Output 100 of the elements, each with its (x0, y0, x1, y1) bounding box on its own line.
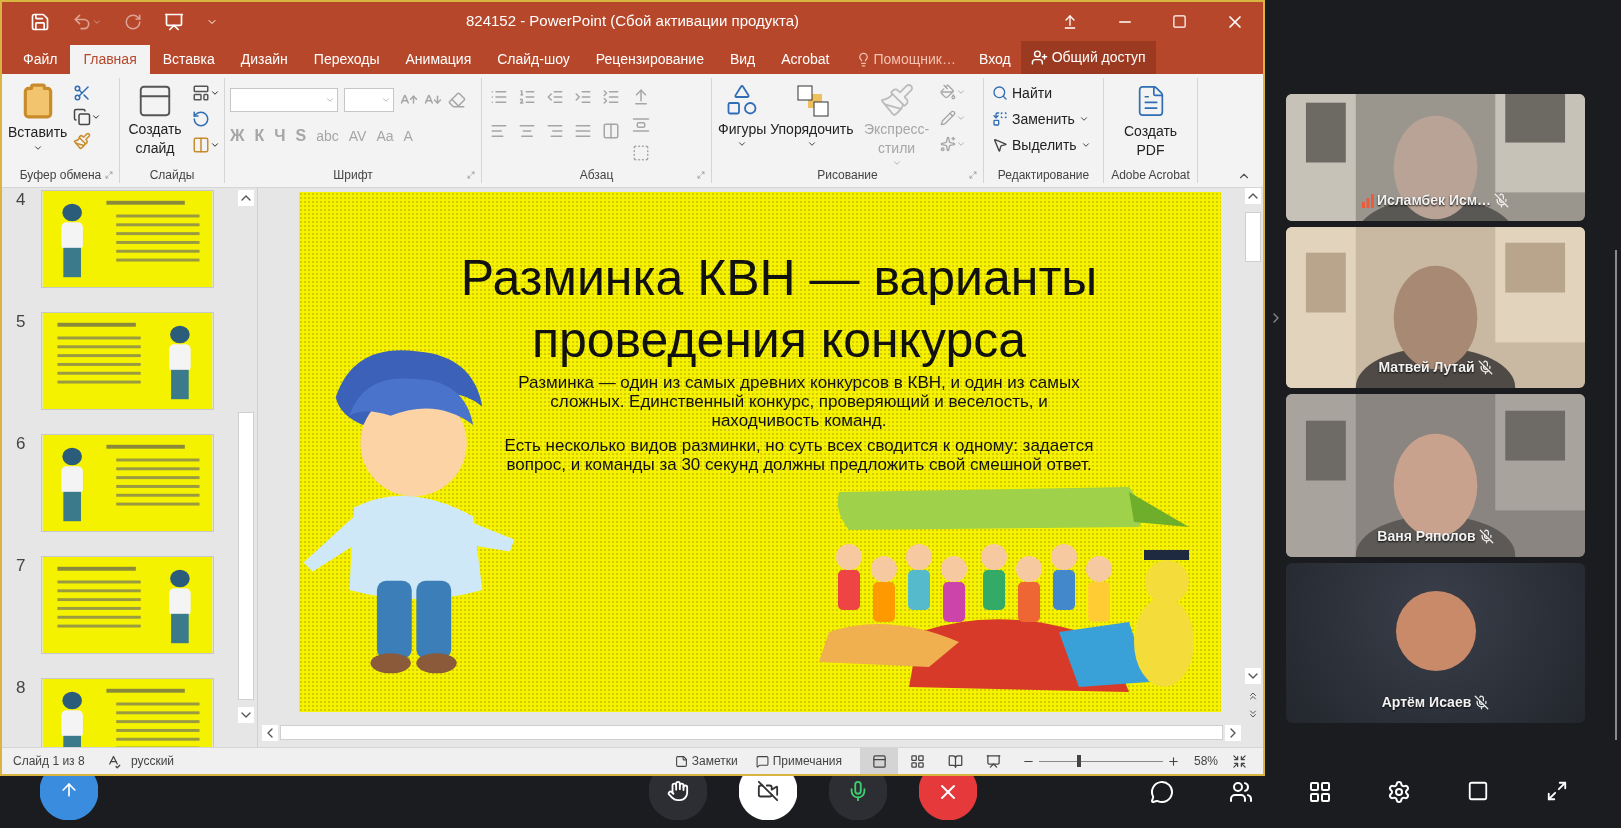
dialog-launcher-icon[interactable] (105, 171, 113, 179)
ribbon-options-icon[interactable] (1062, 13, 1078, 30)
ribbon-tab[interactable]: Главная (70, 45, 150, 74)
slide-thumbnail[interactable] (41, 678, 214, 747)
save-icon[interactable] (30, 11, 50, 32)
tell-me-field[interactable]: Помощник… (842, 45, 969, 74)
caret-icon (955, 113, 966, 123)
slide-paragraph: Разминка — один из самых древних конкурсов в КВН, и один из самых сложных. Единственный конкурс, проверяющий и веселость, и находчивость команд. (517, 373, 1081, 430)
square-icon (1467, 780, 1489, 802)
ribbon-tab[interactable]: Анимация (392, 45, 485, 74)
drawing-tool-button[interactable]: Фигуры (718, 82, 767, 167)
slide-number: 7 (16, 556, 27, 576)
ribbon-tab[interactable]: Acrobat (768, 45, 843, 74)
paste-button[interactable]: Вставить (8, 82, 68, 167)
pointer-icon (992, 137, 1008, 153)
participant-name: Исламбек Исм… (1376, 191, 1492, 210)
group-label: Абзац (579, 167, 614, 184)
zoom-level[interactable]: 58% (1194, 752, 1226, 770)
leave-button[interactable] (919, 776, 977, 820)
dialog-launcher-icon[interactable] (969, 171, 977, 179)
ribbon-tab[interactable]: Переходы (300, 45, 393, 74)
scroll-up-icon[interactable] (238, 190, 254, 206)
spell-check-icon[interactable] (106, 753, 121, 769)
editing-button[interactable]: Найти (992, 82, 1103, 104)
slideshow-icon[interactable] (164, 11, 184, 32)
scroll-down-icon[interactable] (238, 707, 254, 723)
caret-icon (325, 95, 335, 105)
scroll-up-icon[interactable] (1244, 188, 1261, 204)
editing-button[interactable]: Заменить (992, 108, 1103, 130)
slide-thumbnail[interactable] (41, 556, 214, 654)
undo-icon[interactable] (72, 11, 92, 32)
zoom-in-icon[interactable] (1167, 754, 1180, 768)
paintbrush-icon[interactable] (73, 132, 92, 150)
reset-icon[interactable] (192, 110, 210, 128)
caret-icon (955, 139, 966, 149)
slide-number: 5 (16, 312, 27, 332)
scissors-icon[interactable] (73, 84, 92, 102)
caret-icon (955, 87, 966, 97)
ribbon-tab[interactable]: Вставка (149, 45, 228, 74)
group-label: Рисование (817, 167, 878, 184)
view-button[interactable] (860, 748, 898, 774)
fit-slide-icon[interactable] (1232, 753, 1247, 769)
new-slide-button[interactable]: Создать слайд (124, 82, 186, 167)
language-label[interactable]: русский (131, 752, 175, 770)
group-label: Буфер обмена (19, 167, 102, 184)
slide-thumbnail[interactable] (41, 190, 214, 288)
ribbon-tab[interactable]: Слайд-шоу (484, 45, 583, 74)
hand-icon (667, 780, 689, 802)
scroll-left-icon[interactable] (262, 724, 278, 741)
expand-icon (1546, 780, 1568, 802)
user-add-icon (1030, 49, 1048, 66)
share-button[interactable]: Общий доступ (1020, 41, 1156, 74)
notes-button[interactable]: Заметки (674, 752, 738, 770)
reading-view-icon (947, 753, 963, 769)
slide-counter: Слайд 1 из 8 (12, 753, 86, 770)
scrollbar[interactable] (262, 724, 1241, 741)
ribbon-tab[interactable]: Файл (10, 45, 71, 74)
ribbon-tab[interactable]: Рецензирование (582, 45, 717, 74)
maximize-icon[interactable] (1172, 14, 1187, 29)
sorter-view-icon (909, 753, 925, 769)
normal-view-icon (871, 753, 887, 769)
caret-icon (210, 140, 220, 150)
scroll-thumb[interactable] (280, 725, 1223, 740)
participant-name: Артём Исаев (1381, 693, 1472, 712)
zoom-slider[interactable] (1039, 754, 1163, 768)
caret-icon (91, 112, 102, 122)
zoom-thumb[interactable] (1077, 755, 1082, 767)
ribbon-tab[interactable]: Дизайн (227, 45, 301, 74)
slideshow-icon (985, 753, 1001, 769)
editing-button[interactable]: Выделить (992, 134, 1103, 156)
window-title: 824152 - PowerPoint (Сбой активации продукта) (464, 11, 800, 32)
scroll-thumb[interactable] (1244, 212, 1261, 262)
camera-button[interactable] (739, 776, 797, 820)
group-label: Слайды (149, 167, 195, 184)
camera-off-icon (757, 780, 779, 802)
sign-in-link[interactable]: Вход (968, 45, 1021, 74)
slide-thumbnail[interactable] (41, 312, 214, 410)
caret-icon (381, 95, 391, 105)
scroll-thumb[interactable] (238, 412, 254, 700)
share-screen-button[interactable] (40, 776, 98, 820)
slide-thumbnail[interactable] (41, 434, 214, 532)
raise-hand-button[interactable] (649, 776, 707, 820)
create-pdf-button[interactable]: Создать PDF (1115, 84, 1186, 160)
signal-icon (1361, 193, 1374, 208)
ribbon-tab[interactable]: Вид (716, 45, 769, 74)
copy-icon[interactable] (73, 108, 92, 126)
comments-button[interactable]: Примечания (755, 752, 842, 770)
scroll-right-icon[interactable] (1225, 724, 1241, 741)
scrollbar[interactable] (1615, 250, 1617, 740)
caret-icon (1080, 140, 1091, 150)
caret-icon (1078, 114, 1089, 124)
drawing-tool-button[interactable]: Упорядочить (770, 82, 854, 167)
comment-icon (755, 754, 769, 768)
section-icon[interactable] (192, 136, 210, 154)
slide-number: 4 (16, 190, 27, 210)
microphone-button[interactable] (829, 776, 887, 820)
group-label: Шрифт (333, 167, 373, 184)
layout-icon[interactable] (192, 84, 210, 102)
scroll-down-icon[interactable] (1244, 668, 1261, 684)
brush-icon (878, 82, 915, 118)
